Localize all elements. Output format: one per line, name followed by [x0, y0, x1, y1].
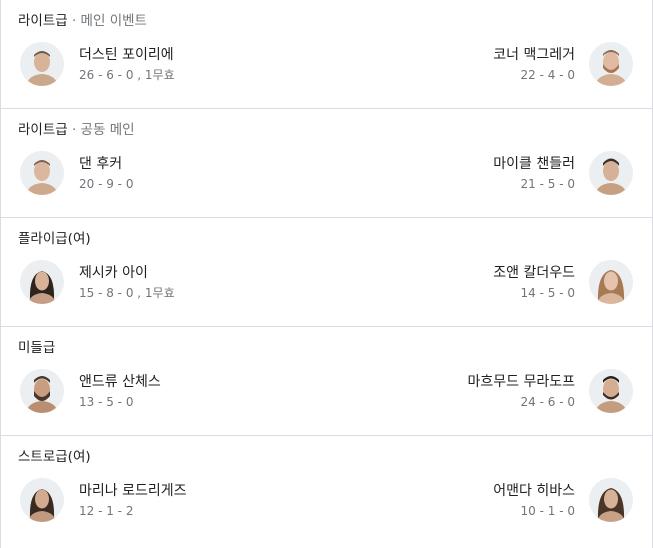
- fighter-record: 21 - 5 - 0: [520, 176, 575, 191]
- fighter-left[interactable]: 마리나 로드리게즈 12 - 1 - 2: [20, 477, 187, 523]
- fighter-name[interactable]: 마리나 로드리게즈: [79, 481, 187, 501]
- fighter-record: 13 - 5 - 0: [79, 394, 134, 409]
- fighter-name[interactable]: 어맨다 히바스: [493, 481, 575, 501]
- fighter-photo-icon: [20, 260, 64, 304]
- fighter-right[interactable]: 코너 맥그레거 22 - 4 - 0: [493, 41, 633, 87]
- fighter-avatar[interactable]: [589, 151, 633, 195]
- division-label: 플라이급(여): [18, 231, 91, 247]
- fighter-photo-icon: [20, 478, 64, 522]
- fighter-record: 26 - 6 - 0 , 1무효: [79, 67, 175, 82]
- fighter-photo-icon: [20, 369, 64, 413]
- division-label: 미들급: [18, 340, 56, 356]
- division-heading: 스트로급(여): [18, 448, 91, 466]
- fighter-avatar[interactable]: [589, 369, 633, 413]
- fighter-record: 15 - 8 - 0 , 1무효: [79, 285, 175, 300]
- division-heading: 라이트급 · 메인 이벤트: [18, 12, 147, 30]
- fighter-photo-icon: [589, 260, 633, 304]
- fighter-name[interactable]: 앤드류 산체스: [79, 372, 161, 392]
- fighter-right[interactable]: 마흐무드 무라도프 24 - 6 - 0: [468, 368, 633, 414]
- division-heading: 미들급: [18, 339, 55, 357]
- fighter-record: 20 - 9 - 0: [79, 176, 134, 191]
- bout-row[interactable]: 플라이급(여) 제시카 아이 15 - 8 - 0 , 1무효 조앤 칼더우드 …: [1, 218, 652, 327]
- fighter-photo-icon: [589, 42, 633, 86]
- fighter-photo-icon: [20, 151, 64, 195]
- fighter-photo-icon: [20, 42, 64, 86]
- fighter-record: 10 - 1 - 0: [520, 503, 575, 518]
- fighter-photo-icon: [589, 151, 633, 195]
- fighter-avatar[interactable]: [20, 260, 64, 304]
- fighter-name[interactable]: 마이클 챈들러: [493, 154, 575, 174]
- fighter-name[interactable]: 코너 맥그레거: [493, 45, 575, 65]
- fighter-avatar[interactable]: [20, 42, 64, 86]
- fighter-name[interactable]: 조앤 칼더우드: [493, 263, 575, 283]
- fighter-name[interactable]: 더스틴 포이리에: [79, 45, 174, 65]
- fighter-record: 22 - 4 - 0: [520, 67, 575, 82]
- fighter-avatar[interactable]: [589, 260, 633, 304]
- fighter-photo-icon: [589, 369, 633, 413]
- bout-billing: · 공동 메인: [67, 122, 135, 138]
- bout-row[interactable]: 미들급 앤드류 산체스 13 - 5 - 0 마흐무드 무라도프 24 - 6 …: [1, 327, 652, 436]
- fighter-left[interactable]: 댄 후커 20 - 9 - 0: [20, 150, 133, 196]
- fighter-photo-icon: [589, 478, 633, 522]
- fighter-avatar[interactable]: [589, 478, 633, 522]
- division-heading: 플라이급(여): [18, 230, 91, 248]
- bout-row[interactable]: 스트로급(여) 마리나 로드리게즈 12 - 1 - 2 어맨다 히바스 10 …: [1, 436, 652, 545]
- fight-card: 라이트급 · 메인 이벤트 더스틴 포이리에 26 - 6 - 0 , 1무효: [0, 0, 653, 548]
- fighter-name[interactable]: 댄 후커: [79, 154, 122, 174]
- fighter-avatar[interactable]: [589, 42, 633, 86]
- fighter-name[interactable]: 제시카 아이: [79, 263, 148, 283]
- division-label: 라이트급: [18, 13, 68, 29]
- bout-billing: · 메인 이벤트: [67, 13, 147, 29]
- division-label: 라이트급: [18, 122, 68, 138]
- fighter-avatar[interactable]: [20, 369, 64, 413]
- fighter-right[interactable]: 어맨다 히바스 10 - 1 - 0: [493, 477, 633, 523]
- division-label: 스트로급(여): [18, 449, 91, 465]
- fighter-name[interactable]: 마흐무드 무라도프: [468, 372, 576, 392]
- fighter-record: 24 - 6 - 0: [520, 394, 575, 409]
- fighter-record: 12 - 1 - 2: [79, 503, 134, 518]
- division-heading: 라이트급 · 공동 메인: [18, 121, 135, 139]
- bout-row[interactable]: 라이트급 · 메인 이벤트 더스틴 포이리에 26 - 6 - 0 , 1무효: [1, 0, 652, 109]
- fighter-record: 14 - 5 - 0: [520, 285, 575, 300]
- fighter-left[interactable]: 더스틴 포이리에 26 - 6 - 0 , 1무효: [20, 41, 175, 87]
- fighter-left[interactable]: 제시카 아이 15 - 8 - 0 , 1무효: [20, 259, 175, 305]
- fighter-avatar[interactable]: [20, 151, 64, 195]
- bout-row[interactable]: 라이트급 · 공동 메인 댄 후커 20 - 9 - 0 마이클 챈들러 21 …: [1, 109, 652, 218]
- fighter-avatar[interactable]: [20, 478, 64, 522]
- fighter-right[interactable]: 마이클 챈들러 21 - 5 - 0: [493, 150, 633, 196]
- fighter-right[interactable]: 조앤 칼더우드 14 - 5 - 0: [493, 259, 633, 305]
- fighter-left[interactable]: 앤드류 산체스 13 - 5 - 0: [20, 368, 161, 414]
